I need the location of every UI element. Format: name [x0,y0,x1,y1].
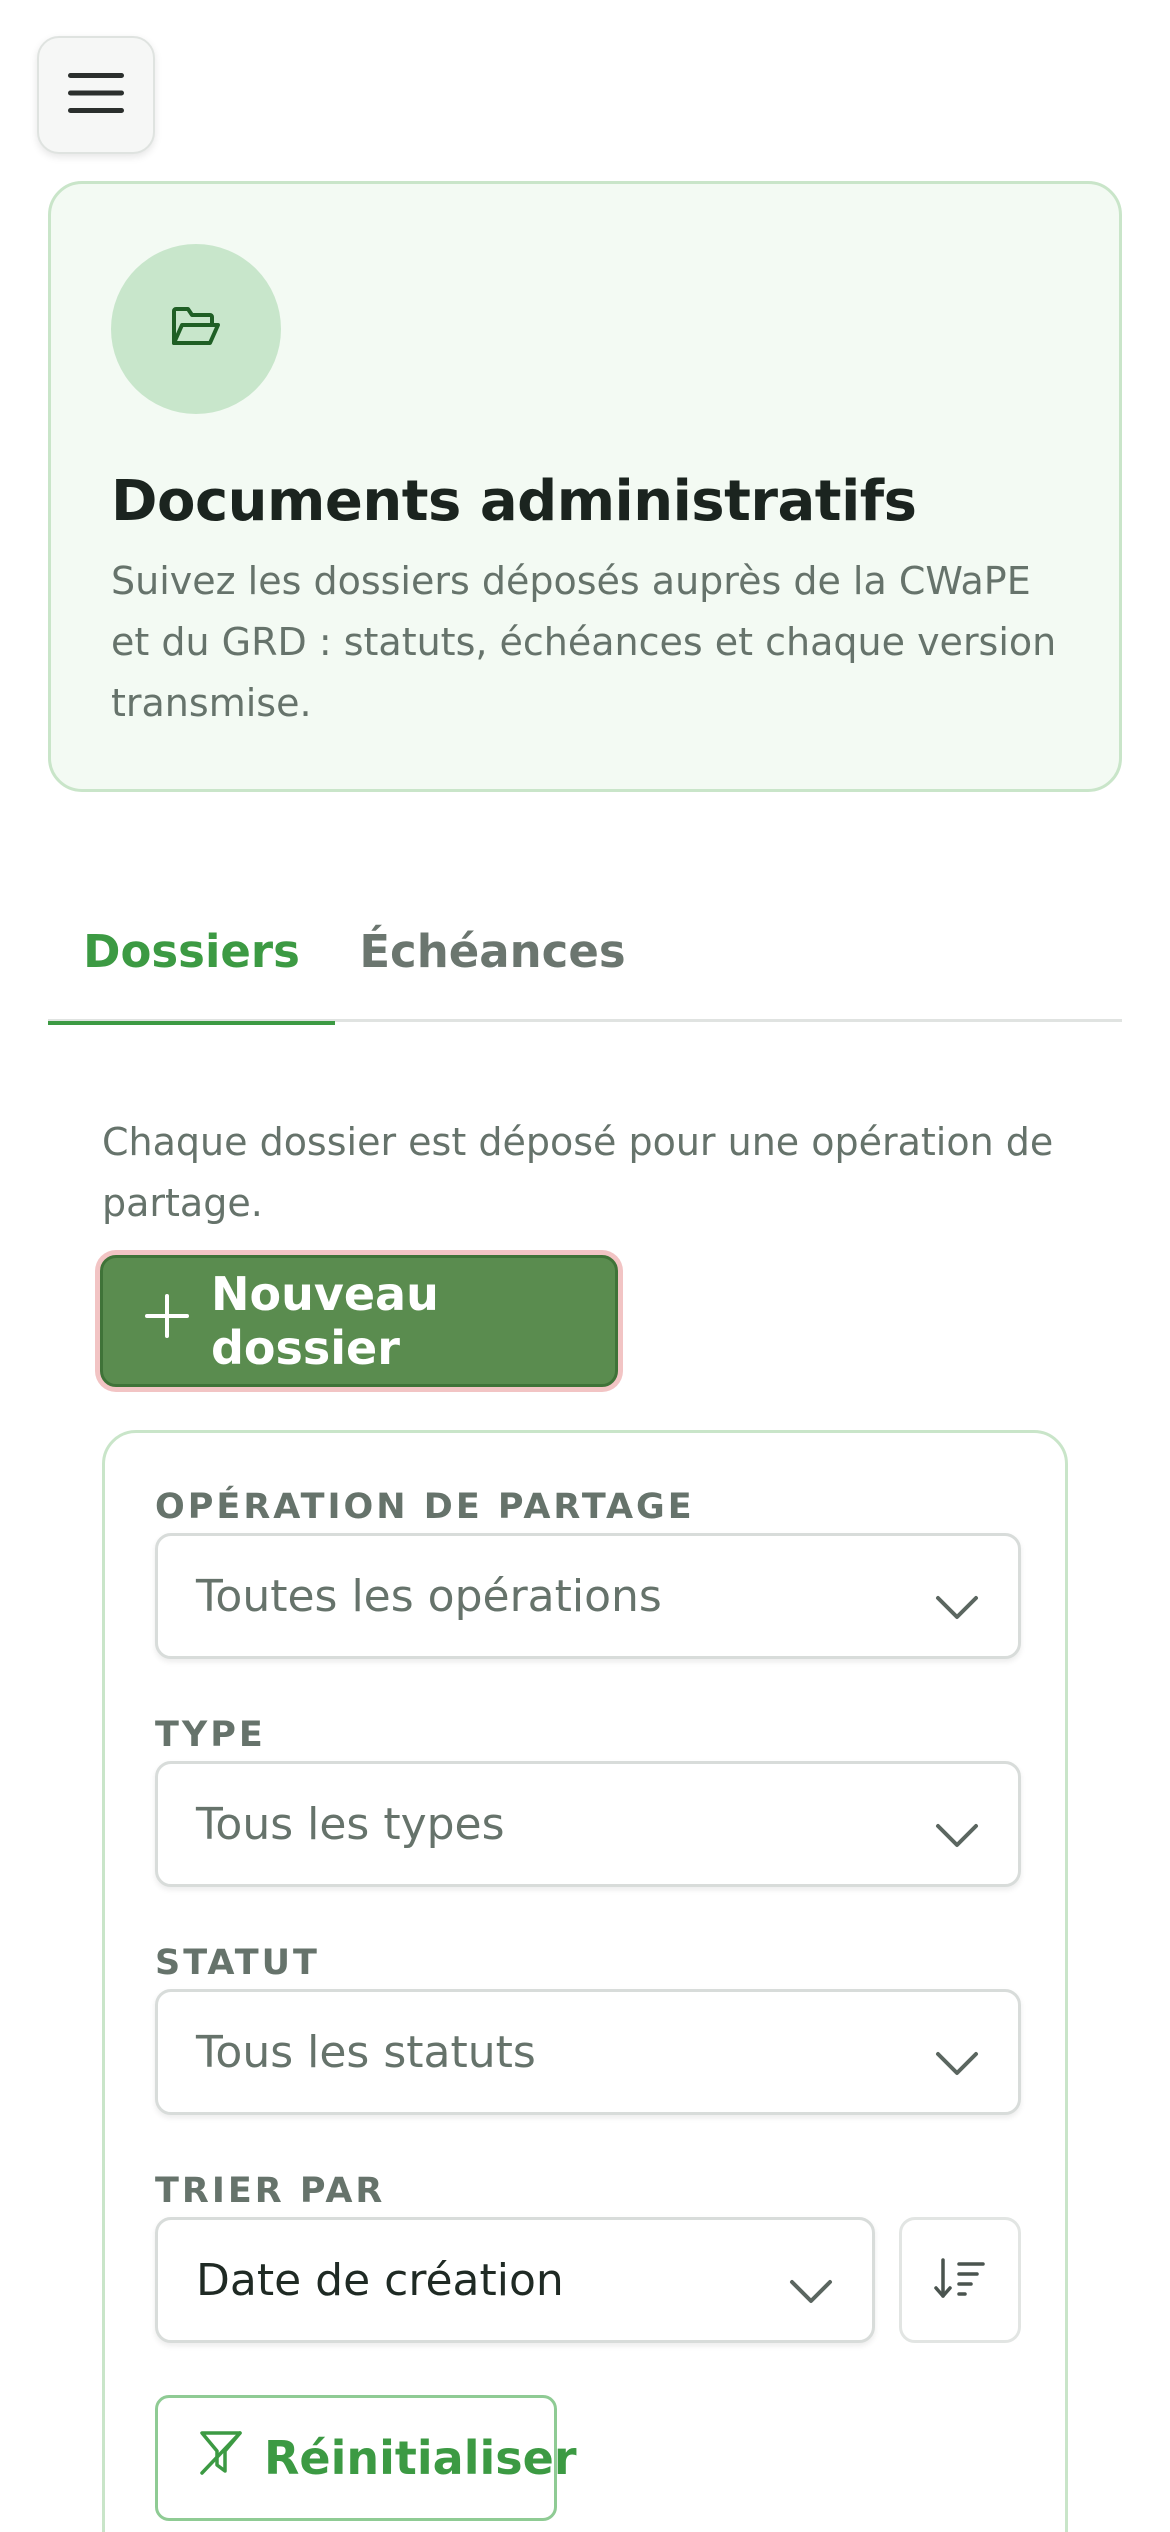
new-dossier-label: Nouveau dossier [211,1267,439,1375]
menu-button[interactable] [37,36,155,154]
operation-select[interactable]: Toutes les opérations [155,1533,1021,1659]
sort-direction-button[interactable] [899,2217,1021,2343]
sort-descending-icon [933,2256,987,2304]
sort-select-value: Date de création [196,2254,564,2306]
sort-select[interactable]: Date de création [155,2217,875,2343]
page-title: Documents administratifs [111,469,917,534]
reset-filters-label: Réinitialiser [264,2431,577,2485]
reset-filters-button[interactable]: Réinitialiser [155,2395,577,2521]
new-dossier-button[interactable]: Nouveau dossier [100,1255,618,1387]
folder-open-icon [170,305,222,353]
tab-dossiers[interactable]: Dossiers [48,880,335,1025]
type-filter-label: TYPE [155,1715,266,1755]
status-select[interactable]: Tous les statuts [155,1989,1021,2115]
chevron-down-icon [934,1810,980,1847]
operation-select-value: Toutes les opérations [196,1570,662,1622]
tab-echeances[interactable]: Échéances [335,880,650,1022]
page-description: Suivez les dossiers déposés auprès de la… [111,559,1057,725]
chevron-down-icon [788,2266,834,2303]
filters-panel: OPÉRATION DE PARTAGE Toutes les opératio… [102,1430,1068,2532]
operation-filter-label: OPÉRATION DE PARTAGE [155,1487,695,1527]
type-select[interactable]: Tous les types [155,1761,1021,1887]
status-select-value: Tous les statuts [196,2026,536,2078]
sort-label: TRIER PAR [155,2171,386,2211]
dossiers-intro-text: Chaque dossier est déposé pour une opéra… [102,1120,1054,1225]
hamburger-icon [68,71,124,119]
chevron-down-icon [934,1582,980,1619]
chevron-down-icon [934,2038,980,2075]
status-filter-label: STATUT [155,1943,320,1983]
filter-reset-icon [198,2429,244,2488]
tab-bar: Dossiers Échéances [48,880,1122,1025]
type-select-value: Tous les types [196,1798,505,1850]
hero-icon-container [111,244,281,414]
plus-icon [143,1292,191,1351]
hero-card: Documents administratifs Suivez les doss… [48,181,1122,792]
